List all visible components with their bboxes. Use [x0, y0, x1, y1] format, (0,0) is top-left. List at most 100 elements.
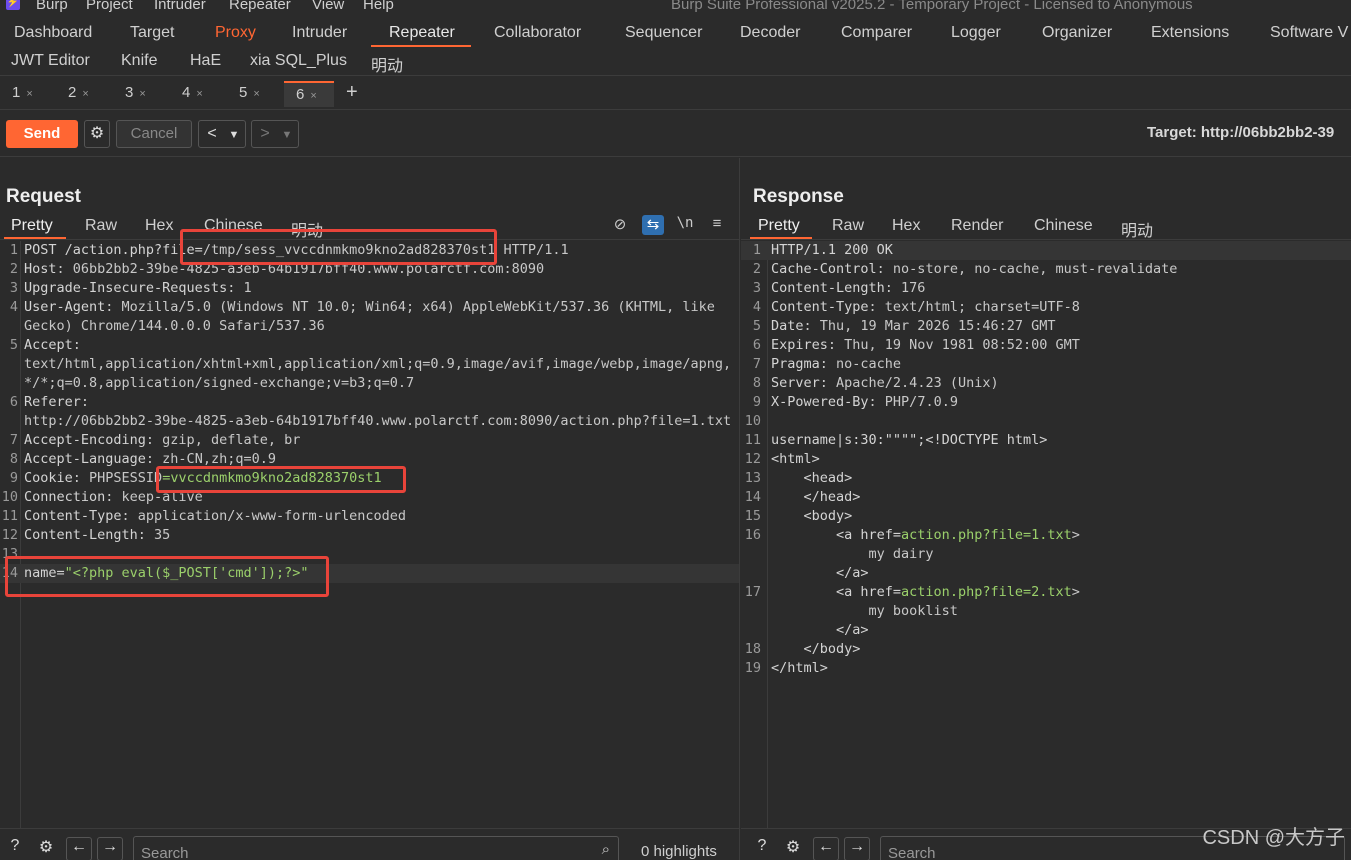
close-icon[interactable]: ×	[310, 90, 316, 102]
code-token: POST /action.php?file=	[24, 242, 203, 258]
code-text: Accept-Encoding: gzip, deflate, br	[24, 431, 300, 450]
tab-decoder[interactable]: Decoder	[740, 24, 800, 42]
tab-dashboard[interactable]: Dashboard	[14, 24, 92, 42]
wrap-lines-icon[interactable]: ⇆	[642, 215, 664, 235]
response-panel: Response Pretty Raw Hex Render Chinese 明…	[741, 158, 1351, 860]
code-text: <head>	[771, 469, 853, 488]
help-icon[interactable]: ?	[749, 837, 775, 860]
response-tab-mingdong[interactable]: 明动	[1121, 217, 1153, 241]
code-token: Date	[771, 318, 804, 334]
send-button[interactable]: Send	[6, 120, 78, 148]
request-editor[interactable]: 1 POST /action.php?file=/tmp/sess_vvccdnm…	[0, 241, 739, 828]
code-token: : PHP/7.0.9	[868, 394, 958, 410]
menu-burp[interactable]: Burp	[36, 0, 68, 13]
tab-software-vulnerability[interactable]: Software V	[1270, 24, 1348, 42]
tab-sequencer[interactable]: Sequencer	[625, 24, 702, 42]
close-icon[interactable]: ×	[139, 88, 145, 100]
tab-repeater[interactable]: Repeater	[389, 24, 455, 42]
close-icon[interactable]: ×	[196, 88, 202, 100]
tab-comparer[interactable]: Comparer	[841, 24, 912, 42]
back-button[interactable]: < ▼	[198, 120, 246, 148]
response-tab-chinese[interactable]: Chinese	[1034, 217, 1093, 235]
request-tab-raw[interactable]: Raw	[85, 217, 117, 235]
code-line: 2 Cache-Control: no-store, no-cache, must…	[741, 260, 1351, 279]
tab-collaborator[interactable]: Collaborator	[494, 24, 581, 42]
repeater-tab-3[interactable]: 3 ×	[113, 81, 159, 107]
help-icon[interactable]: ?	[2, 837, 28, 860]
code-line: 14 </head>	[741, 488, 1351, 507]
code-line: </a>	[741, 621, 1351, 640]
newline-icon[interactable]: \n	[674, 215, 696, 235]
response-tab-render[interactable]: Render	[951, 217, 1003, 235]
code-line: my booklist	[741, 602, 1351, 621]
next-arrow-icon[interactable]: →	[97, 837, 123, 860]
code-text: </html>	[771, 659, 828, 678]
menu-bar: ⚡ Burp Project Intruder Repeater View He…	[0, 0, 1351, 16]
line-number: 9	[752, 394, 761, 410]
tab-intruder[interactable]: Intruder	[292, 24, 347, 42]
settings-gear-icon[interactable]: ⚙	[84, 120, 110, 148]
line-number: 11	[744, 432, 761, 448]
response-tab-pretty[interactable]: Pretty	[758, 217, 800, 235]
repeater-tab-1[interactable]: 1 ×	[0, 81, 46, 107]
forward-button[interactable]: > ▼	[251, 120, 299, 148]
close-icon[interactable]: ×	[26, 88, 32, 100]
menu-project[interactable]: Project	[86, 0, 133, 13]
menu-repeater[interactable]: Repeater	[229, 0, 291, 13]
search-placeholder: Search	[141, 845, 189, 860]
close-icon[interactable]: ×	[82, 88, 88, 100]
tab-xia-sql-plus[interactable]: xia SQL_Plus	[250, 52, 347, 70]
code-line: 12 <html>	[741, 450, 1351, 469]
code-token: Referer	[24, 394, 81, 410]
response-tab-raw[interactable]: Raw	[832, 217, 864, 235]
tab-logger[interactable]: Logger	[951, 24, 1001, 42]
cancel-button[interactable]: Cancel	[116, 120, 192, 148]
search-placeholder: Search	[888, 845, 936, 860]
response-tab-hex[interactable]: Hex	[892, 217, 920, 235]
menu-intruder[interactable]: Intruder	[154, 0, 206, 13]
tab-organizer[interactable]: Organizer	[1042, 24, 1112, 42]
line-number: 6	[9, 394, 18, 410]
prev-arrow-icon[interactable]: ←	[66, 837, 92, 860]
chevron-right-icon: >	[260, 125, 270, 142]
add-tab-icon[interactable]: +	[334, 81, 364, 107]
tab-knife[interactable]: Knife	[121, 52, 157, 70]
response-editor[interactable]: 1 HTTP/1.1 200 OK 2 Cache-Control: no-store…	[741, 241, 1351, 828]
code-token: :	[80, 394, 90, 410]
request-tab-hex[interactable]: Hex	[145, 217, 173, 235]
request-search-bar: ? ⚙ ← → Search ⌕ 0 highlights	[0, 828, 739, 860]
repeater-tab-4[interactable]: 4 ×	[170, 81, 216, 107]
repeater-tab-5[interactable]: 5 ×	[227, 81, 273, 107]
close-icon[interactable]: ×	[253, 88, 259, 100]
menu-help[interactable]: Help	[363, 0, 394, 13]
code-token: username|s:30:"""";<!DOCTYPE html>	[771, 432, 1048, 448]
tab-jwt-editor[interactable]: JWT Editor	[11, 52, 90, 70]
tab-target[interactable]: Target	[130, 24, 174, 42]
line-number: 6	[752, 337, 761, 353]
request-tab-pretty[interactable]: Pretty	[11, 217, 53, 235]
repeater-tab-6[interactable]: 6 ×	[284, 81, 334, 107]
tab-mingdong[interactable]: 明动	[371, 52, 403, 75]
target-label[interactable]: Target: http://06bb2bb2-39	[1147, 124, 1334, 141]
tab-proxy[interactable]: Proxy	[215, 24, 256, 42]
code-token: Content-Type	[24, 508, 122, 524]
request-search-input[interactable]: Search ⌕	[133, 836, 619, 860]
settings-gear-icon[interactable]: ⚙	[33, 837, 59, 860]
menu-icon[interactable]: ≡	[706, 215, 728, 235]
next-arrow-icon[interactable]: →	[844, 837, 870, 860]
line-number: 2	[752, 261, 761, 277]
line-number: 9	[9, 470, 18, 486]
tab-extensions[interactable]: Extensions	[1151, 24, 1229, 42]
chevron-down-icon: ▼	[228, 129, 240, 141]
tab-hae[interactable]: HaE	[190, 52, 221, 70]
hide-eye-icon[interactable]: ⊘	[609, 215, 631, 235]
window-title: Burp Suite Professional v2025.2 - Tempor…	[671, 0, 1193, 13]
chevron-down-icon: ▼	[281, 129, 293, 141]
repeater-tab-2[interactable]: 2 ×	[56, 81, 102, 107]
prev-arrow-icon[interactable]: ←	[813, 837, 839, 860]
code-token: <a href=	[771, 584, 902, 600]
settings-gear-icon[interactable]: ⚙	[780, 837, 806, 860]
menu-view[interactable]: View	[312, 0, 344, 13]
line-number: 5	[752, 318, 761, 334]
code-text: Server: Apache/2.4.23 (Unix)	[771, 374, 999, 393]
